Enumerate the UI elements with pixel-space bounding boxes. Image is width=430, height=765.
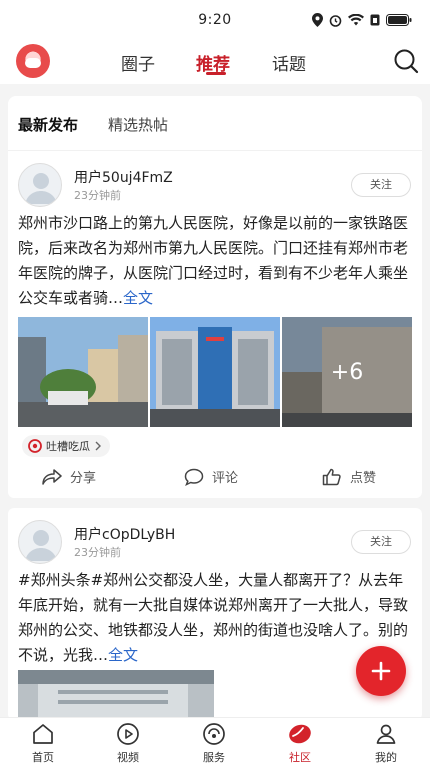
feed-tab-latest[interactable]: 最新发布 xyxy=(18,114,78,135)
read-more-link[interactable]: 全文 xyxy=(123,289,153,307)
comment-label: 评论 xyxy=(212,471,239,486)
read-more-link[interactable]: 全文 xyxy=(108,646,138,664)
share-button[interactable]: 分享 xyxy=(42,467,96,486)
follow-button[interactable]: 关注 xyxy=(351,530,411,554)
nav-home-label: 首页 xyxy=(32,751,54,764)
sim-icon xyxy=(370,14,380,26)
post-text[interactable]: #郑州头条#郑州公交都没人坐，大量人都离开了？从去年年底开始，就有一大批自媒体说… xyxy=(18,568,412,668)
status-time: 9:20 xyxy=(198,12,232,28)
post-body: 郑州市沙口路上的第九人民医院，好像是以前的一家铁路医院，后来改名为郑州市第九人民… xyxy=(18,214,409,307)
post-image[interactable] xyxy=(150,317,280,427)
thumbs-up-icon xyxy=(322,468,341,485)
like-button[interactable]: 点赞 xyxy=(322,467,376,486)
post-image[interactable] xyxy=(18,317,148,427)
home-icon xyxy=(33,724,53,744)
status-icons xyxy=(312,13,412,27)
nav-home[interactable]: 首页 xyxy=(13,722,73,765)
post-images: +6 xyxy=(18,317,412,427)
nav-community-label: 社区 xyxy=(289,751,311,764)
post-time: 23分钟前 xyxy=(74,546,121,559)
profile-icon xyxy=(376,724,396,744)
tab-circle[interactable]: 圈子 xyxy=(121,50,155,75)
post-card[interactable]: 用户50uj4FmZ 23分钟前 关注 郑州市沙口路上的第九人民医院，好像是以前… xyxy=(8,150,422,498)
tab-topics[interactable]: 话题 xyxy=(272,50,306,75)
chevron-right-icon xyxy=(95,441,101,451)
share-icon xyxy=(42,468,62,485)
feed-tabs: 最新发布 精选热帖 xyxy=(8,96,422,150)
post-card[interactable]: 用户cOpDLyBH 23分钟前 关注 #郑州头条#郑州公交都没人坐，大量人都离… xyxy=(8,508,422,720)
user-avatar-icon xyxy=(25,530,57,561)
post-actions: 分享 评论 点赞 xyxy=(8,463,422,491)
nav-profile[interactable]: 我的 xyxy=(356,722,416,765)
plus-icon xyxy=(371,661,391,681)
follow-button[interactable]: 关注 xyxy=(351,173,411,197)
topic-tag[interactable]: 吐槽吃瓜 xyxy=(22,435,110,457)
avatar[interactable] xyxy=(18,163,62,207)
post-time: 23分钟前 xyxy=(74,189,121,202)
post-image[interactable]: +6 xyxy=(282,317,412,427)
play-icon xyxy=(117,723,139,745)
service-icon xyxy=(203,723,225,745)
topic-label: 吐槽吃瓜 xyxy=(46,440,90,453)
battery-icon xyxy=(386,14,412,26)
nav-community[interactable]: 社区 xyxy=(270,722,330,765)
comment-icon xyxy=(184,468,204,486)
bottom-nav: 首页 视频 服务 社区 我的 xyxy=(0,717,430,765)
community-icon xyxy=(289,724,311,744)
feed-tab-featured[interactable]: 精选热帖 xyxy=(108,114,168,135)
post-body: #郑州头条#郑州公交都没人坐，大量人都离开了？从去年年底开始，就有一大批自媒体说… xyxy=(18,571,409,664)
location-icon xyxy=(312,13,323,27)
app-logo-icon[interactable] xyxy=(16,44,50,78)
avatar[interactable] xyxy=(18,520,62,564)
nav-video[interactable]: 视频 xyxy=(98,722,158,765)
post-text[interactable]: 郑州市沙口路上的第九人民医院，好像是以前的一家铁路医院，后来改名为郑州市第九人民… xyxy=(18,211,412,311)
comment-button[interactable]: 评论 xyxy=(184,467,238,486)
top-nav: 圈子 推荐 话题 xyxy=(0,40,430,84)
active-tab-indicator xyxy=(206,72,226,75)
nav-profile-label: 我的 xyxy=(375,751,397,764)
post-username[interactable]: 用户50uj4FmZ xyxy=(74,167,173,187)
topic-icon xyxy=(28,439,42,453)
post-username[interactable]: 用户cOpDLyBH xyxy=(74,524,175,544)
alarm-icon xyxy=(329,14,342,27)
post-image[interactable] xyxy=(18,670,214,720)
share-label: 分享 xyxy=(70,471,97,486)
nav-service[interactable]: 服务 xyxy=(184,722,244,765)
user-avatar-icon xyxy=(25,173,57,204)
more-images-count[interactable]: +6 xyxy=(282,317,412,427)
nav-service-label: 服务 xyxy=(203,751,225,764)
like-label: 点赞 xyxy=(350,471,377,486)
nav-video-label: 视频 xyxy=(117,751,139,764)
wifi-icon xyxy=(348,14,364,26)
status-bar: 9:20 xyxy=(0,0,430,40)
create-post-button[interactable] xyxy=(356,646,406,696)
search-icon[interactable] xyxy=(393,48,419,74)
